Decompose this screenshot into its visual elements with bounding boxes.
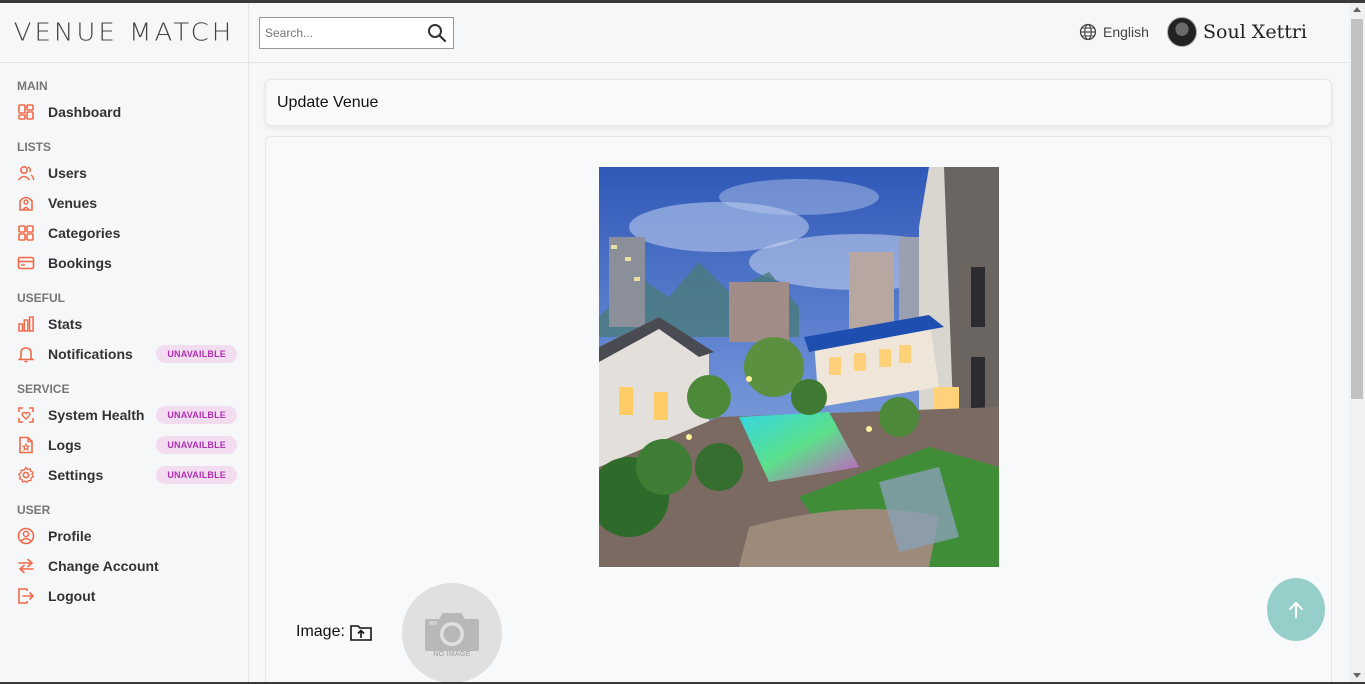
language-label: English <box>1103 24 1149 40</box>
venue-photo <box>599 167 999 567</box>
globe-icon <box>1079 23 1097 41</box>
no-image-text: NO IMAGE <box>433 650 471 658</box>
logs-icon <box>17 436 35 454</box>
scroll-thumb[interactable] <box>1351 19 1363 399</box>
avatar <box>1167 17 1197 47</box>
sidebar-section-title: MAIN <box>17 79 48 93</box>
sidebar-item-label: Stats <box>48 316 83 332</box>
sidebar-item-label: Settings <box>48 467 104 483</box>
scroll-to-top-button[interactable] <box>1267 578 1325 641</box>
app-logo[interactable]: VENUE MATCH <box>14 18 235 47</box>
sidebar-item-label: Venues <box>48 195 98 211</box>
sidebar-item-logout[interactable]: Logout <box>0 581 248 611</box>
sidebar-item-label: Logout <box>48 588 96 604</box>
sidebar-item-categories[interactable]: Categories <box>0 218 248 248</box>
bookings-icon <box>17 254 35 272</box>
search-icon[interactable] <box>427 23 447 43</box>
scroll-down-arrow-icon[interactable] <box>1353 673 1361 678</box>
sidebar-section-title: USEFUL <box>17 291 65 305</box>
sidebar: VENUE MATCH MAIN Dashboard LISTS Users Venue… <box>0 3 249 682</box>
sidebar-section-title: USER <box>17 503 51 517</box>
page-title: Update Venue <box>277 93 379 111</box>
page-title-card: Update Venue <box>265 79 1332 126</box>
venue-icon <box>17 194 35 212</box>
settings-icon <box>17 466 35 484</box>
venue-form-card: Image: NO IMAGE <box>265 136 1332 684</box>
logo-area: VENUE MATCH <box>0 3 248 63</box>
sidebar-item-label: Bookings <box>48 255 112 271</box>
sidebar-item-notifications[interactable]: Notifications UNAVAILBLE <box>0 339 248 369</box>
page-scrollbar[interactable] <box>1349 3 1365 682</box>
sidebar-item-users[interactable]: Users <box>0 158 248 188</box>
image-preview-placeholder[interactable]: NO IMAGE <box>402 583 502 683</box>
scroll-up-arrow-icon[interactable] <box>1353 7 1361 12</box>
dashboard-icon <box>17 103 35 121</box>
categories-icon <box>17 224 35 242</box>
sidebar-item-label: System Health <box>48 407 145 423</box>
status-badge: UNAVAILBLE <box>156 345 237 363</box>
sidebar-item-venues[interactable]: Venues <box>0 188 248 218</box>
top-header: English Soul Xettri <box>249 3 1349 63</box>
status-badge: UNAVAILBLE <box>156 466 237 484</box>
sidebar-item-bookings[interactable]: Bookings <box>0 248 248 278</box>
bell-icon <box>17 345 35 363</box>
user-name: Soul Xettri <box>1203 21 1308 43</box>
sidebar-item-profile[interactable]: Profile <box>0 521 248 551</box>
profile-icon <box>17 527 35 545</box>
logout-icon <box>17 587 35 605</box>
sidebar-section-title: SERVICE <box>17 382 70 396</box>
sidebar-item-label: Categories <box>48 225 121 241</box>
image-label: Image: <box>296 623 345 640</box>
sidebar-item-label: Notifications <box>48 346 133 362</box>
search-box <box>259 17 454 49</box>
sidebar-item-change-account[interactable]: Change Account <box>0 551 248 581</box>
search-input[interactable] <box>260 26 420 40</box>
health-icon <box>17 406 35 424</box>
language-selector[interactable]: English <box>1079 23 1149 41</box>
arrow-up-icon <box>1289 601 1303 618</box>
sidebar-item-system-health[interactable]: System Health UNAVAILBLE <box>0 400 248 430</box>
sidebar-nav: MAIN Dashboard LISTS Users Venues Categories B… <box>0 63 248 611</box>
sidebar-item-label: Profile <box>48 528 92 544</box>
status-badge: UNAVAILBLE <box>156 436 237 454</box>
sidebar-item-label: Users <box>48 165 87 181</box>
image-upload-row: Image: <box>296 623 372 641</box>
switch-icon <box>17 557 35 575</box>
stats-icon <box>17 315 35 333</box>
users-icon <box>17 164 35 182</box>
sidebar-item-settings[interactable]: Settings UNAVAILBLE <box>0 460 248 490</box>
sidebar-item-dashboard[interactable]: Dashboard <box>0 97 248 127</box>
sidebar-item-label: Dashboard <box>48 104 122 120</box>
folder-upload-icon[interactable] <box>350 623 372 641</box>
sidebar-item-logs[interactable]: Logs UNAVAILBLE <box>0 430 248 460</box>
sidebar-section-title: LISTS <box>17 140 52 154</box>
user-menu[interactable]: Soul Xettri <box>1167 17 1307 47</box>
sidebar-item-label: Change Account <box>48 558 159 574</box>
sidebar-item-label: Logs <box>48 437 82 453</box>
sidebar-item-stats[interactable]: Stats <box>0 309 248 339</box>
camera-icon <box>425 612 479 651</box>
status-badge: UNAVAILBLE <box>156 406 237 424</box>
